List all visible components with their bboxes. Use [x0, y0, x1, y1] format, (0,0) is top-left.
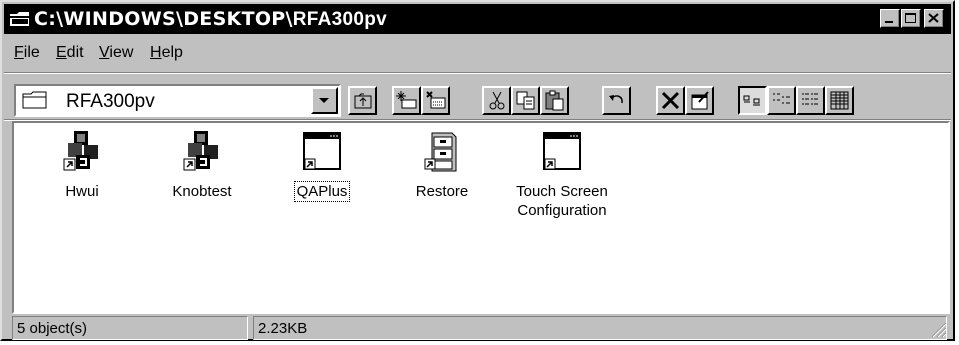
menu-view-rest: iew: [109, 44, 134, 61]
menu-help-rest: elp: [161, 44, 183, 61]
small-icons-view-button[interactable]: [767, 86, 796, 115]
title-folder: RFA300pv: [292, 9, 388, 30]
menu-bar: File Edit View Help: [4, 36, 951, 68]
large-icons-view-icon: [743, 95, 760, 106]
chevron-down-icon: [319, 98, 329, 103]
file-view[interactable]: Hwui Knobtest QAPlus Restore Touch Scree…: [12, 121, 950, 314]
title-path: C:\WINDOWS\DESKTOP\: [34, 8, 293, 30]
file-label-line2: Configuration: [517, 202, 607, 219]
undo-button[interactable]: [602, 86, 631, 115]
menu-help[interactable]: Help: [150, 44, 183, 62]
menu-view-accel: V: [99, 44, 110, 61]
undo-icon: [609, 95, 623, 104]
large-icons-view-button[interactable]: [738, 86, 767, 115]
file-label: Restore: [415, 183, 469, 200]
copy-icon: [516, 91, 535, 110]
minimize-button[interactable]: [880, 9, 900, 28]
paste-icon: [545, 90, 564, 111]
file-item-hwui[interactable]: Hwui: [22, 129, 142, 201]
menu-separator: [4, 72, 951, 74]
delete-button[interactable]: [656, 86, 685, 115]
file-label: QAPlus: [293, 181, 351, 202]
address-dropdown-button[interactable]: [311, 87, 338, 114]
paste-button[interactable]: [540, 86, 569, 115]
window-shortcut-icon: [303, 132, 341, 170]
cut-button[interactable]: [482, 86, 511, 115]
disconnect-drive-icon: [426, 91, 446, 109]
app-shortcut-icon: [63, 131, 98, 171]
resize-grip-icon[interactable]: [929, 320, 947, 338]
menu-help-accel: H: [150, 44, 162, 61]
status-size: 2.23KB: [253, 316, 947, 340]
properties-icon: [691, 91, 709, 110]
details-view-button[interactable]: [825, 86, 854, 115]
menu-view[interactable]: View: [99, 44, 133, 62]
map-network-drive-icon: [396, 91, 417, 109]
title-bar[interactable]: C:\WINDOWS\DESKTOP\RFA300pv: [4, 4, 951, 34]
list-view-button[interactable]: [796, 86, 825, 115]
close-button[interactable]: [924, 9, 944, 28]
minimize-icon: [885, 21, 893, 23]
menu-edit-rest: dit: [66, 44, 84, 61]
file-item-restore[interactable]: Restore: [382, 129, 502, 201]
folder-icon: [22, 91, 47, 109]
menu-file[interactable]: File: [14, 44, 40, 62]
list-view-icon: [802, 93, 818, 105]
maximize-button[interactable]: [901, 9, 921, 28]
cut-icon: [489, 91, 505, 110]
details-view-icon: [830, 91, 849, 110]
menu-edit[interactable]: Edit: [56, 44, 84, 62]
app-shortcut-icon: [183, 131, 218, 171]
address-value: RFA300pv: [66, 91, 155, 112]
properties-button[interactable]: [685, 86, 714, 115]
maximize-icon: [905, 13, 916, 23]
status-object-count: 5 object(s): [12, 316, 248, 340]
file-item-qaplus[interactable]: QAPlus: [262, 129, 382, 202]
map-network-drive-button[interactable]: [392, 86, 421, 115]
up-one-level-icon: [354, 93, 372, 109]
delete-icon: [661, 91, 680, 110]
folder-icon: [10, 12, 29, 26]
file-item-knobtest[interactable]: Knobtest: [142, 129, 262, 201]
address-combo[interactable]: RFA300pv: [14, 84, 341, 117]
menu-edit-accel: E: [56, 44, 67, 61]
file-label: Hwui: [65, 183, 99, 200]
disconnect-drive-button[interactable]: [421, 86, 450, 115]
window-title: C:\WINDOWS\DESKTOP\RFA300pv: [34, 8, 387, 31]
cabinet-shortcut-icon: [424, 132, 457, 172]
window-shortcut-icon: [543, 132, 581, 170]
close-icon: [928, 13, 939, 23]
small-icons-view-icon: [773, 93, 790, 104]
explorer-window: C:\WINDOWS\DESKTOP\RFA300pv File Edit Vi…: [0, 0, 955, 341]
menu-file-accel: F: [14, 44, 24, 61]
copy-button[interactable]: [511, 86, 540, 115]
file-label: Knobtest: [172, 183, 232, 200]
menu-file-rest: ile: [23, 44, 40, 61]
status-bar: 5 object(s) 2.23KB: [12, 316, 949, 340]
up-one-level-button[interactable]: [348, 86, 377, 115]
file-item-touch-screen-configuration[interactable]: Touch Screen Configuration: [502, 129, 622, 220]
